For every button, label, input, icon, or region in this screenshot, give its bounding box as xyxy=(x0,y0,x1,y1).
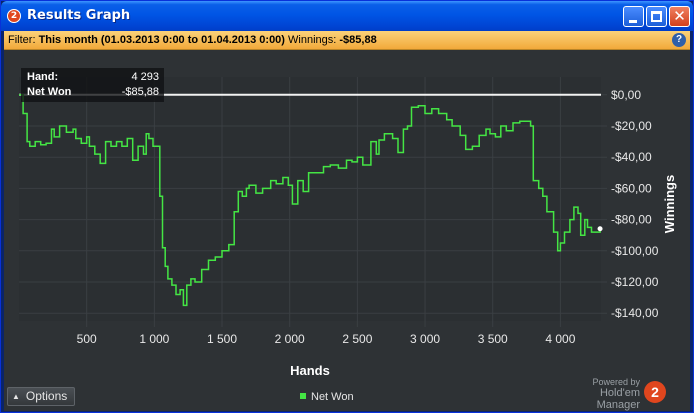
y-tick-label: -$140,00 xyxy=(611,306,659,320)
app-logo-icon: 2 xyxy=(7,9,21,23)
plot-area xyxy=(19,77,601,321)
options-label: Options xyxy=(25,389,68,403)
results-chart: 500 1 000 1 500 2 000 2 500 3 000 3 500 4 000 $0… xyxy=(19,77,677,378)
x-tick-label: 3 000 xyxy=(410,332,440,346)
y-tick-label: -$120,00 xyxy=(611,275,659,289)
title-bar[interactable]: 2 Results Graph ✕ xyxy=(1,1,693,31)
help-icon[interactable]: ? xyxy=(672,33,686,47)
x-tick-label: 2 500 xyxy=(342,332,372,346)
tooltip-net-label: Net Won xyxy=(27,86,72,98)
last-point-marker xyxy=(597,226,603,232)
x-tick-label: 1 500 xyxy=(207,332,237,346)
chart-panel: 500 1 000 1 500 2 000 2 500 3 000 3 500 4 000 $0… xyxy=(4,50,690,411)
y-axis-label: Winnings xyxy=(662,175,677,233)
y-tick-label: -$60,00 xyxy=(611,181,652,195)
options-button[interactable]: ▲ Options xyxy=(7,387,75,406)
y-tick-label: -$100,00 xyxy=(611,244,659,258)
x-tick-label: 4 000 xyxy=(545,332,575,346)
tooltip-net-value: -$85,88 xyxy=(121,86,159,98)
y-tick-label: $0,00 xyxy=(611,88,641,102)
y-tick-label: -$80,00 xyxy=(611,213,652,227)
close-icon: ✕ xyxy=(673,7,686,25)
x-tick-label: 1 000 xyxy=(139,332,169,346)
x-tick-label: 3 500 xyxy=(478,332,508,346)
close-button[interactable]: ✕ xyxy=(669,6,690,27)
filter-value: This month (01.03.2013 0:00 to 01.04.201… xyxy=(38,34,285,46)
minimize-icon xyxy=(629,20,637,23)
tooltip-hand-value: 4 293 xyxy=(131,71,159,83)
legend-label: Net Won xyxy=(311,391,354,403)
legend-swatch xyxy=(300,393,306,399)
caret-up-icon: ▲ xyxy=(12,392,20,401)
y-tick-label: -$40,00 xyxy=(611,150,652,164)
minimize-button[interactable] xyxy=(623,6,644,27)
winnings-label: Winnings: xyxy=(288,34,337,46)
chart-legend: Net Won xyxy=(300,391,354,403)
tooltip-hand-label: Hand: xyxy=(27,71,59,83)
client-area: Filter: This month (01.03.2013 0:00 to 0… xyxy=(4,31,690,411)
x-tick-label: 2 000 xyxy=(275,332,305,346)
window-title: Results Graph xyxy=(27,8,131,23)
maximize-button[interactable] xyxy=(646,6,667,27)
y-tick-label: -$20,00 xyxy=(611,119,652,133)
hover-tooltip: Hand: 4 293 Net Won -$85,88 xyxy=(21,68,164,102)
x-tick-label: 500 xyxy=(77,332,97,346)
filter-label: Filter: xyxy=(8,34,36,46)
brand-logo-icon: 2 xyxy=(644,381,666,403)
x-axis-label: Hands xyxy=(290,363,330,378)
tooltip-hand-row: Hand: 4 293 xyxy=(27,71,159,85)
results-graph-window: 2 Results Graph ✕ Filter: This month (01… xyxy=(0,0,694,413)
tooltip-net-row: Net Won -$85,88 xyxy=(27,86,159,100)
filter-bar: Filter: This month (01.03.2013 0:00 to 0… xyxy=(4,31,690,50)
winnings-value: -$85,88 xyxy=(339,34,377,46)
maximize-icon xyxy=(651,11,662,22)
